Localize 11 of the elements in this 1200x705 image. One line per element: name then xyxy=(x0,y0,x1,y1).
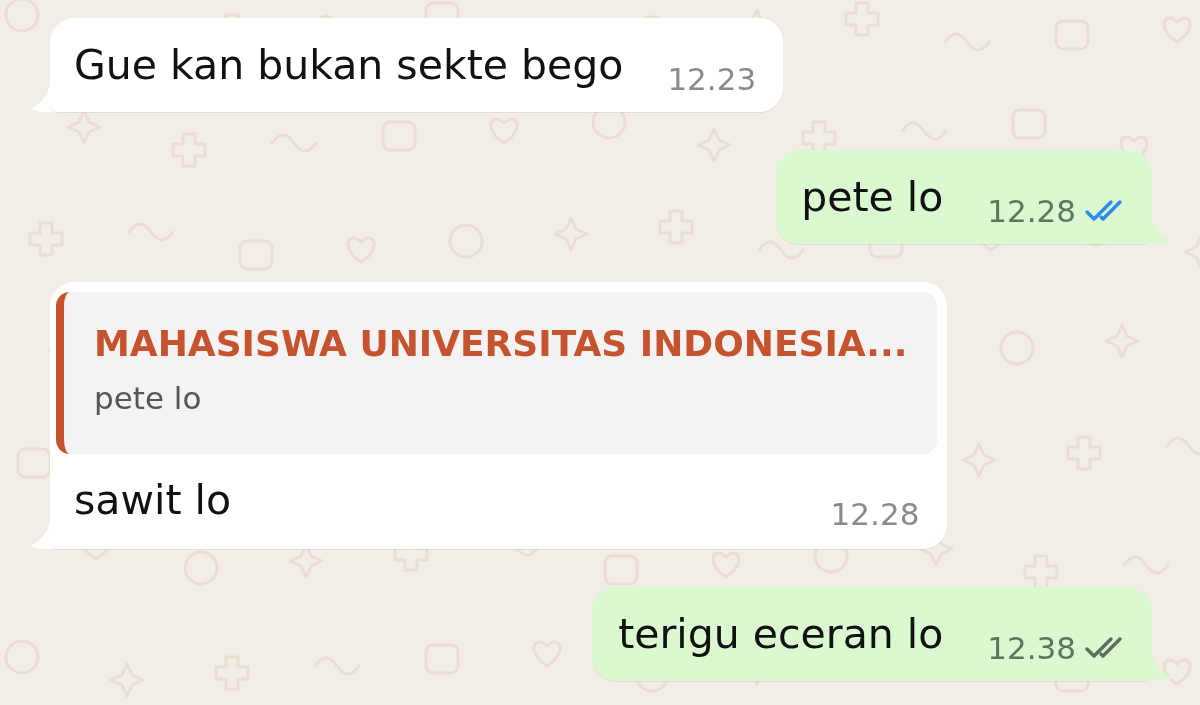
message-text: Gue kan bukan sekte bego xyxy=(74,40,624,90)
message-time: 12.28 xyxy=(830,496,920,532)
quoted-message[interactable]: MAHASISWA UNIVERSITAS INDONESIA... pete lo xyxy=(56,292,938,454)
quoted-text: pete lo xyxy=(94,379,203,417)
message-time: 12.38 xyxy=(987,630,1076,666)
message-time: 12.28 xyxy=(987,193,1076,229)
message-text: sawit lo xyxy=(74,475,231,525)
quoted-author: MAHASISWA UNIVERSITAS INDONESIA... xyxy=(94,323,908,365)
message-text: pete lo xyxy=(801,172,944,222)
message-time: 12.23 xyxy=(667,61,757,97)
message-text: terigu eceran lo xyxy=(618,609,944,659)
